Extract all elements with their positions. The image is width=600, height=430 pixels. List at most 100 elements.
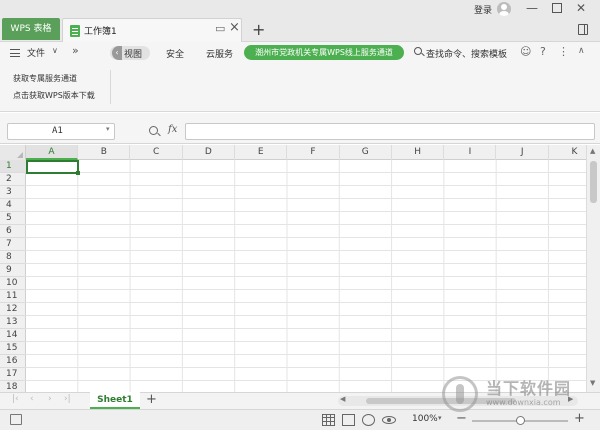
wps-download-link[interactable]: 点击获取WPS版本下载 xyxy=(13,90,95,101)
maximize-button[interactable] xyxy=(552,3,562,13)
column-header-a[interactable]: A xyxy=(26,145,78,160)
column-header-j[interactable]: J xyxy=(497,145,549,160)
collapse-ribbon-icon[interactable]: ∧ xyxy=(578,46,585,56)
zoom-dropdown-icon[interactable]: ▾ xyxy=(438,414,442,422)
column-header: ABCDEFGHIJK xyxy=(0,145,586,160)
normal-view-icon[interactable] xyxy=(322,414,335,426)
row-header-17[interactable]: 17 xyxy=(0,368,26,381)
active-cell-a1[interactable] xyxy=(26,160,80,175)
macro-record-icon[interactable] xyxy=(10,414,22,425)
row-header-10[interactable]: 10 xyxy=(0,277,26,290)
last-sheet-icon[interactable]: ›| xyxy=(64,394,71,404)
row-header-3[interactable]: 3 xyxy=(0,186,26,199)
search-command-input[interactable]: 查找命令、搜索模板 xyxy=(426,47,507,60)
ribbon: 文件 ∨ » ‹ 视图 安全 云服务 潮州市党政机关专属WPS线上服务通道 查找… xyxy=(0,42,600,112)
next-sheet-icon[interactable]: › xyxy=(48,394,52,404)
help-icon[interactable]: ? xyxy=(540,45,546,58)
tab-security[interactable]: 安全 xyxy=(166,47,184,60)
zoom-level[interactable]: 100% xyxy=(412,414,438,424)
add-tab-button[interactable]: + xyxy=(252,20,265,39)
row-header-14[interactable]: 14 xyxy=(0,329,26,342)
more-icon[interactable]: ⋮ xyxy=(558,45,569,58)
row-header-18[interactable]: 18 xyxy=(0,381,26,392)
row-header-5[interactable]: 5 xyxy=(0,212,26,225)
tab-workbook[interactable]: 工作簿1 ▭ × xyxy=(62,18,242,42)
ribbon-divider xyxy=(110,70,111,104)
row-header-1[interactable]: 1 xyxy=(0,160,26,173)
page-layout-view-icon[interactable] xyxy=(342,414,355,426)
insert-function-button[interactable]: fx xyxy=(168,124,177,135)
prev-sheet-icon[interactable]: ‹ xyxy=(30,394,34,404)
row-header-15[interactable]: 15 xyxy=(0,342,26,355)
row-header-12[interactable]: 12 xyxy=(0,303,26,316)
column-header-h[interactable]: H xyxy=(392,145,445,160)
hamburger-menu-icon[interactable] xyxy=(10,49,20,57)
watermark-name: 当下软件园 xyxy=(486,379,572,398)
double-chevron-right-icon[interactable]: » xyxy=(72,44,79,57)
page-break-view-icon[interactable] xyxy=(362,414,375,426)
row-header-11[interactable]: 11 xyxy=(0,290,26,303)
row-header-7[interactable]: 7 xyxy=(0,238,26,251)
ribbon-gap xyxy=(0,113,600,120)
zoom-slider-knob[interactable] xyxy=(515,416,525,425)
formula-bar: A1 ▾ fx xyxy=(0,120,600,144)
eye-protection-icon[interactable] xyxy=(382,416,396,424)
column-header-k[interactable]: K xyxy=(549,145,586,160)
title-bar: WPS 表格 工作簿1 ▭ × + 登录 — ✕ xyxy=(0,0,600,42)
name-box-value: A1 xyxy=(52,126,63,136)
name-box[interactable]: A1 ▾ xyxy=(7,123,115,140)
minimize-button[interactable]: — xyxy=(526,1,538,15)
scroll-up-icon[interactable]: ▲ xyxy=(590,147,595,155)
spreadsheet-doc-icon xyxy=(70,25,80,37)
row-header-2[interactable]: 2 xyxy=(0,173,26,186)
vertical-scroll-thumb[interactable] xyxy=(590,161,597,203)
sheet-tab-sheet1[interactable]: Sheet1 xyxy=(90,392,140,409)
promo-button[interactable]: 潮州市党政机关专属WPS线上服务通道 xyxy=(244,45,404,60)
column-header-i[interactable]: I xyxy=(444,145,497,160)
service-channel-link[interactable]: 获取专属服务通道 xyxy=(13,73,77,84)
column-header-g[interactable]: G xyxy=(340,145,392,160)
layout-toggle-icon[interactable] xyxy=(578,24,588,35)
watermark: 当下软件园 www.downxia.com xyxy=(438,374,598,414)
row-header-4[interactable]: 4 xyxy=(0,199,26,212)
tab-cloud-service[interactable]: 云服务 xyxy=(206,47,233,60)
formula-input[interactable] xyxy=(185,123,595,140)
avatar-icon[interactable] xyxy=(497,2,511,16)
close-window-button[interactable]: ✕ xyxy=(576,1,586,15)
first-sheet-icon[interactable]: |‹ xyxy=(12,394,19,404)
tab-wps-app[interactable]: WPS 表格 xyxy=(2,18,60,40)
close-tab-icon[interactable]: × xyxy=(229,20,240,35)
magnifier-icon[interactable] xyxy=(149,126,158,135)
chevron-down-icon[interactable]: ∨ xyxy=(52,46,58,55)
row-header-9[interactable]: 9 xyxy=(0,264,26,277)
vertical-scrollbar[interactable]: ▲ ▼ xyxy=(586,145,600,392)
column-header-e[interactable]: E xyxy=(235,145,288,160)
tab-view[interactable]: ‹ 视图 xyxy=(110,46,150,60)
row-header: 1 2 3 4 5 6 7 8 9 10 11 12 13 14 15 16 17 18 xyxy=(0,160,26,392)
column-header-f[interactable]: F xyxy=(288,145,340,160)
row-header-16[interactable]: 16 xyxy=(0,355,26,368)
file-menu[interactable]: 文件 xyxy=(27,46,45,59)
search-icon[interactable] xyxy=(414,47,422,55)
zoom-slider[interactable] xyxy=(472,416,568,425)
scroll-left-icon[interactable]: ◀ xyxy=(340,395,345,403)
watermark-logo xyxy=(442,376,478,412)
row-header-6[interactable]: 6 xyxy=(0,225,26,238)
add-sheet-button[interactable]: + xyxy=(146,392,157,407)
select-all-corner[interactable] xyxy=(0,145,26,160)
row-header-8[interactable]: 8 xyxy=(0,251,26,264)
name-box-dropdown-icon[interactable]: ▾ xyxy=(106,125,110,133)
monitor-icon[interactable]: ▭ xyxy=(215,22,225,35)
spreadsheet-grid: ABCDEFGHIJK 1 2 3 4 5 6 7 8 9 10 11 12 13 14 15 16 17 18 xyxy=(0,145,586,392)
column-header-d[interactable]: D xyxy=(183,145,235,160)
row-header-13[interactable]: 13 xyxy=(0,316,26,329)
tab-view-label: 视图 xyxy=(124,50,143,60)
cell-area[interactable] xyxy=(26,160,586,392)
login-link[interactable]: 登录 xyxy=(474,3,492,16)
watermark-url: www.downxia.com xyxy=(486,398,561,407)
chevron-left-icon[interactable]: ‹ xyxy=(112,46,122,60)
workbook-title: 工作簿1 xyxy=(84,27,117,37)
column-header-c[interactable]: C xyxy=(131,145,183,160)
column-header-b[interactable]: B xyxy=(78,145,131,160)
chat-icon[interactable]: ☺ xyxy=(520,45,531,58)
